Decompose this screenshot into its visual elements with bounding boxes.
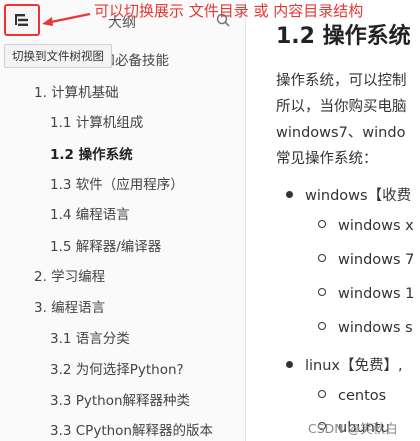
list-item: centos <box>318 388 386 404</box>
paragraph-line: windows7、windo <box>276 125 406 141</box>
list-item-text: windows【收费 <box>305 188 412 204</box>
paragraph-line: 操作系统，可以控制 <box>276 73 407 89</box>
list-item: linux【免费】, <box>286 354 403 375</box>
outline-item[interactable]: 1.5 解释器/编译器 <box>50 238 161 256</box>
paragraph-line: 所以，当你购买电脑 <box>276 99 407 115</box>
outline-item[interactable]: 1.1 计算机组成 <box>50 114 143 132</box>
outline-item[interactable]: 1.4 编程语言 <box>50 206 130 224</box>
outline-item[interactable]: 1. 计算机基础 <box>34 84 119 102</box>
list-item: windows x <box>318 218 414 234</box>
bullet-icon <box>318 254 326 262</box>
list-item: windows【收费 <box>286 184 411 205</box>
toggle-tooltip: 切换到文件树视图 <box>4 44 112 68</box>
page-title: 1.2 操作系统 <box>276 24 411 49</box>
bullet-icon <box>286 190 293 198</box>
bullet-icon <box>318 220 326 228</box>
outline-item[interactable]: 3.2 为何选择Python? <box>50 361 184 379</box>
list-item-text: windows x <box>338 218 414 234</box>
paragraph-line: 常见操作系统： <box>276 151 378 167</box>
annotation-text: 可以切换展示 文件目录 或 内容目录结构 <box>94 2 364 20</box>
list-item-text: windows 7 <box>338 252 415 268</box>
outline-item[interactable]: 1.3 软件（应用程序） <box>50 176 184 194</box>
outline-sidebar: 大纲 切换到文件树视图 础和必备技能 1. 计算机基础 1.1 计算机组成 1.… <box>0 0 246 441</box>
watermark: CSDN @笑秋白 <box>308 421 398 436</box>
bullet-icon <box>318 288 326 296</box>
document-content: 1.2 操作系统 操作系统，可以控制 所以，当你购买电脑 windows7、wi… <box>246 0 420 441</box>
list-item-text: windows s <box>338 320 413 336</box>
bullet-icon <box>286 360 293 368</box>
annotation-arrow <box>42 12 91 26</box>
list-item-text: linux【免费】, <box>305 358 403 374</box>
list-item: windows s <box>318 320 413 336</box>
outline-item[interactable]: 3.1 语言分类 <box>50 330 130 348</box>
toggle-view-button[interactable] <box>4 4 40 36</box>
outline-item[interactable]: 1.2 操作系统 <box>50 146 133 164</box>
bullet-icon <box>318 322 326 330</box>
list-item: windows 1 <box>318 286 414 302</box>
outline-item[interactable]: 3.3 Python解释器种类 <box>50 392 190 410</box>
outline-item[interactable]: 3.3 CPython解释器的版本 <box>50 422 213 440</box>
file-tree-icon <box>15 14 28 26</box>
list-item-text: centos <box>338 388 387 404</box>
list-item: windows 7 <box>318 252 414 268</box>
outline-item[interactable]: 2. 学习编程 <box>34 268 105 286</box>
list-item-text: windows 1 <box>338 286 415 302</box>
bullet-icon <box>318 390 326 398</box>
outline-item[interactable]: 3. 编程语言 <box>34 299 105 317</box>
